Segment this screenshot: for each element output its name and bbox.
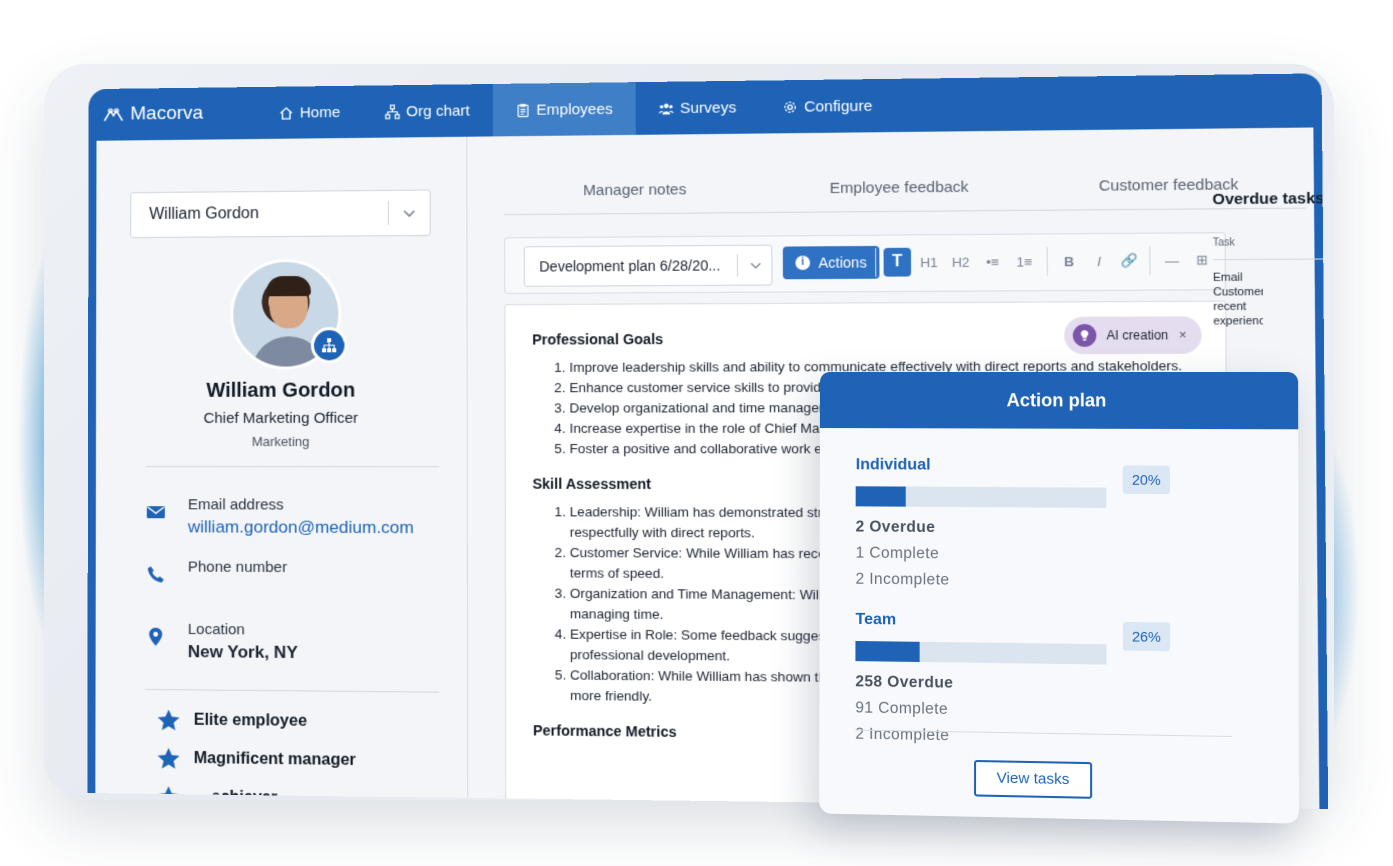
award-label: Magnificent manager (193, 749, 356, 770)
incomplete-count: 2 Incomplete (855, 570, 950, 589)
overdue-tasks-title: Overdue tasks (1212, 189, 1325, 209)
select-divider (736, 254, 739, 277)
toolbar-divider (1046, 246, 1048, 276)
ai-creation-label: AI creation (1106, 327, 1169, 343)
nav-surveys-label: Surveys (679, 98, 737, 117)
incomplete-count: 2 Incomplete (855, 725, 950, 745)
nav-configure[interactable]: Configure (759, 79, 895, 134)
actions-label: Actions (818, 254, 867, 271)
complete-count: 1 Complete (855, 544, 940, 563)
location-value: New York, NY (187, 642, 298, 663)
italic-button[interactable]: I (1085, 246, 1113, 275)
info-icon: i (795, 255, 811, 271)
team-group: Team 26% 258 Overdue 91 Complete 2 Incom… (855, 611, 1180, 750)
progress-fill (855, 486, 906, 507)
lightbulb-icon (1072, 324, 1097, 347)
lightbulb-glyph-icon (1080, 330, 1088, 341)
development-plan-select[interactable]: Development plan 6/28/20... (523, 244, 773, 287)
profile-divider (145, 689, 440, 693)
progress-fill (855, 640, 921, 662)
phone-row: Phone number (146, 558, 287, 585)
nav-employees-label: Employees (536, 100, 613, 119)
nav-surveys[interactable]: Surveys (635, 81, 759, 135)
link-button[interactable]: 🔗 (1115, 246, 1143, 275)
chevron-down-icon (401, 205, 417, 221)
location-pin-icon (149, 627, 163, 646)
org-chart-icon (321, 338, 337, 353)
action-plan-card: Action plan Individual 20% 2 Overdue 1 C… (819, 372, 1299, 824)
people-icon (658, 102, 674, 114)
task-column-header: Task (1212, 236, 1329, 261)
nav-employees[interactable]: Employees (492, 82, 636, 137)
nav-home[interactable]: Home (256, 86, 362, 139)
home-icon (279, 105, 294, 120)
location-row: Location New York, NY (146, 621, 298, 663)
toolbar-divider (1149, 246, 1151, 276)
nav-org-chart[interactable]: Org chart (363, 84, 493, 138)
select-divider (387, 200, 389, 226)
gear-icon (782, 99, 798, 114)
progress-percent-badge: 20% (1122, 465, 1170, 495)
individual-group: Individual 20% 2 Overdue 1 Complete 2 In… (856, 456, 1181, 592)
tab-employee-feedback[interactable]: Employee feedback (766, 168, 1033, 212)
toolbar-divider (875, 247, 877, 277)
org-chart-icon (385, 104, 400, 119)
brand-name: Macorva (130, 102, 204, 125)
progress-bar (855, 640, 1107, 665)
profile-sidebar: William Gordon William Gordon Chief Mark… (95, 136, 469, 808)
phone-label: Phone number (187, 558, 288, 577)
ai-creation-chip[interactable]: AI creation × (1063, 316, 1202, 355)
clipboard-icon (515, 102, 530, 117)
award-elite-employee: Elite employee (156, 707, 307, 735)
employee-department: Marketing (251, 433, 310, 450)
overdue-count: 258 Overdue (855, 673, 954, 692)
complete-count: 91 Complete (855, 699, 949, 718)
profile-divider (145, 466, 440, 468)
employee-title: Chief Marketing Officer (203, 409, 359, 427)
employee-name: William Gordon (206, 379, 356, 402)
overdue-count: 2 Overdue (855, 518, 936, 537)
award-label: Elite employee (193, 711, 307, 730)
progress-bar (855, 486, 1107, 508)
nav-configure-label: Configure (804, 97, 873, 116)
phone-icon (147, 566, 164, 583)
org-chart-badge[interactable] (310, 327, 348, 364)
employee-select[interactable]: William Gordon (130, 189, 431, 239)
stage: Macorva Home Org chart Employees Surveys… (0, 0, 1393, 866)
progress-percent-badge: 26% (1122, 622, 1171, 652)
heading1-button[interactable]: H1 (915, 248, 943, 277)
chevron-down-icon (748, 258, 763, 272)
employee-select-value: William Gordon (149, 205, 259, 223)
email-link[interactable]: william.gordon@medium.com (188, 517, 414, 538)
view-tasks-button[interactable]: View tasks (974, 759, 1093, 799)
heading2-button[interactable]: H2 (947, 247, 975, 276)
macorva-logo-icon (104, 108, 124, 122)
tab-manager-notes[interactable]: Manager notes (504, 170, 766, 214)
nav-org-chart-label: Org chart (406, 101, 470, 120)
star-icon (157, 747, 180, 769)
email-label: Email address (187, 496, 284, 514)
brand-logo[interactable]: Macorva (89, 102, 257, 126)
bullet-list-button[interactable]: •≡ (979, 247, 1007, 276)
nav-home-label: Home (299, 103, 341, 122)
editor-toolbar: Development plan 6/28/20... i Actions T … (504, 232, 1227, 295)
close-icon[interactable]: × (1179, 328, 1187, 343)
plan-select-value: Development plan 6/28/20... (539, 257, 721, 275)
avatar-hair (266, 275, 311, 297)
task-cell[interactable]: Email Customer recent experience (1213, 270, 1263, 328)
horizontal-rule-button[interactable]: — (1158, 246, 1186, 275)
star-icon (157, 709, 180, 731)
award-magnificent-manager: Magnificent manager (155, 745, 356, 774)
numbered-list-button[interactable]: 1≡ (1010, 247, 1038, 276)
email-row: Email address william.gordon@medium.com (146, 496, 414, 538)
action-plan-title: Action plan (819, 372, 1299, 430)
text-format-button[interactable]: T (883, 247, 912, 277)
email-icon (146, 502, 166, 519)
location-label: Location (187, 620, 245, 639)
tab-bar: Manager notes Employee feedback Customer… (504, 164, 1306, 216)
actions-button[interactable]: i Actions (782, 245, 880, 280)
bold-button[interactable]: B (1055, 247, 1083, 276)
